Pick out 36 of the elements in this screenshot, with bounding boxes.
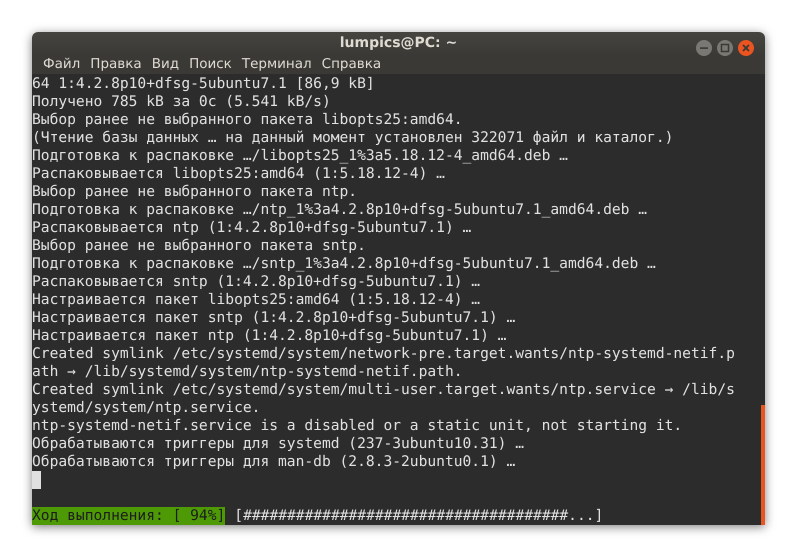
- terminal-line: Распаковывается libopts25:amd64 (1:5.18.12-4) …: [32, 165, 445, 183]
- terminal-line: Обрабатываются триггеры для man-db (2.8.3-2ubuntu0.1) …: [32, 453, 516, 471]
- terminal-line: Подготовка к распаковке …/ntp_1%3a4.2.8p10+dfsg-5ubuntu7.1_amd64.deb …: [32, 201, 648, 219]
- terminal-line: ntp-systemd-netif.service is a disabled or a static unit, not starting it.: [32, 417, 682, 435]
- terminal-line: ystemd/system/ntp.service.: [32, 399, 260, 417]
- terminal-line: Получено 785 kB за 0c (5.541 kB/s): [32, 93, 331, 111]
- terminal-line: (Чтение базы данных … на данный момент установлен 322071 файл и каталог.): [32, 129, 674, 147]
- terminal-line: Выбор ранее не выбранного пакета ntp.: [32, 183, 358, 201]
- menu-item[interactable]: Терминал: [236, 56, 317, 72]
- terminal-line: ath → /lib/systemd/system/ntp-systemd-netif.path.: [32, 363, 463, 381]
- maximize-icon[interactable]: [716, 39, 734, 57]
- terminal-line: Обрабатываются триггеры для systemd (237-3ubuntu10.31) …: [32, 435, 524, 453]
- menu-item[interactable]: Файл: [38, 56, 86, 72]
- terminal-line: Выбор ранее не выбранного пакета sntp.: [32, 237, 366, 255]
- terminal-line: Подготовка к распаковке …/libopts25_1%3a5.18.12-4_amd64.deb …: [32, 147, 568, 165]
- terminal-line: Настраивается пакет libopts25:amd64 (1:5.18.12-4) …: [32, 291, 480, 309]
- terminal-line: Настраивается пакет ntp (1:4.2.8p10+dfsg-5ubuntu7.1) …: [32, 327, 506, 345]
- menu-item[interactable]: Вид: [146, 56, 184, 72]
- terminal-line: Распаковывается sntp (1:4.2.8p10+dfsg-5ubuntu7.1) …: [32, 273, 480, 291]
- minimize-icon[interactable]: [695, 39, 713, 57]
- terminal-line: Created symlink /etc/systemd/system/multi-user.target.wants/ntp.service → /lib/s: [32, 381, 735, 399]
- terminal-line: 64 1:4.2.8p10+dfsg-5ubuntu7.1 [86,9 kB]: [32, 75, 375, 93]
- scrollbar-thumb[interactable]: [761, 405, 765, 525]
- text-cursor: [32, 471, 41, 489]
- window-title: lumpics@PC: ~: [340, 35, 458, 52]
- terminal-line: Подготовка к распаковке …/sntp_1%3a4.2.8p10+dfsg-5ubuntu7.1_amd64.deb …: [32, 255, 656, 273]
- menu-item[interactable]: Поиск: [184, 56, 237, 72]
- close-icon[interactable]: [737, 39, 755, 57]
- terminal-line: Выбор ранее не выбранного пакета libopts25:amd64.: [32, 111, 463, 129]
- menu-item[interactable]: Правка: [85, 56, 147, 72]
- terminal-line: Created symlink /etc/systemd/system/network-pre.target.wants/ntp-systemd-netif.p: [32, 345, 735, 363]
- menu-item[interactable]: Справка: [316, 56, 386, 72]
- terminal-line: Распаковывается ntp (1:4.2.8p10+dfsg-5ubuntu7.1) …: [32, 219, 472, 237]
- progress-label: Ход выполнения: [ 94%]: [32, 507, 226, 525]
- terminal-line: Настраивается пакет sntp (1:4.2.8p10+dfsg-5ubuntu7.1) …: [32, 309, 516, 327]
- progress-bar-text: [#####################################...]: [234, 507, 604, 525]
